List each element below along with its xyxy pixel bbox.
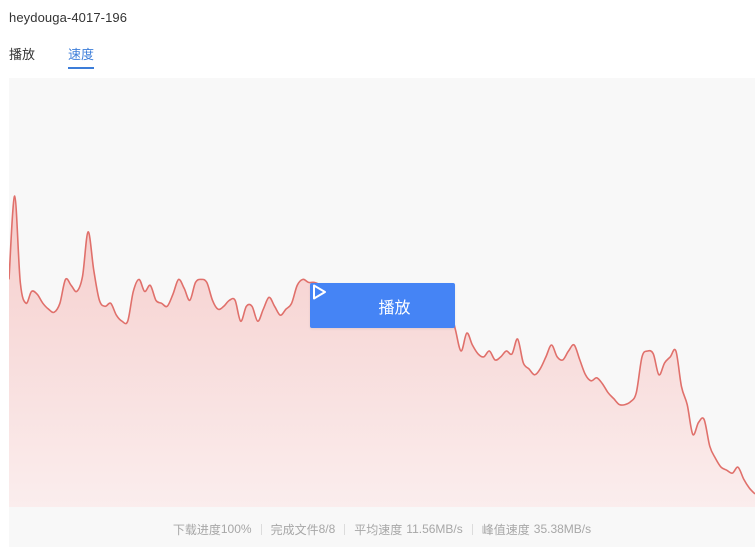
speed-area [9, 195, 755, 507]
play-icon [313, 284, 372, 315]
avg-speed-label: 平均速度 [354, 522, 403, 537]
stats-divider [260, 523, 262, 535]
tab-speed[interactable]: 速度 [68, 44, 95, 69]
play-button-label: 播放 [378, 299, 411, 317]
files-value: 8/8 [318, 522, 336, 536]
avg-speed-value: 11.56MB/s [406, 522, 463, 536]
stats-divider [471, 523, 473, 535]
play-button[interactable]: 播放 [310, 283, 455, 328]
files-label: 完成文件 [270, 522, 319, 537]
progress-value: 100% [220, 522, 252, 536]
task-title: heydouga-4017-196 [9, 10, 128, 25]
peak-speed-label: 峰值速度 [481, 522, 530, 537]
speed-chart: 播放 下载进度 100% 完成文件 8/8 平均速度 11.56MB/s 峰值速度 35… [9, 78, 755, 547]
tab-play[interactable]: 播放 [9, 44, 35, 69]
peak-speed-value: 35.38MB/s [533, 522, 592, 536]
download-stats: 下载进度 100% 完成文件 8/8 平均速度 11.56MB/s 峰值速度 35.38… [9, 519, 755, 539]
progress-label: 下载进度 [172, 522, 221, 537]
stats-divider [344, 523, 346, 535]
